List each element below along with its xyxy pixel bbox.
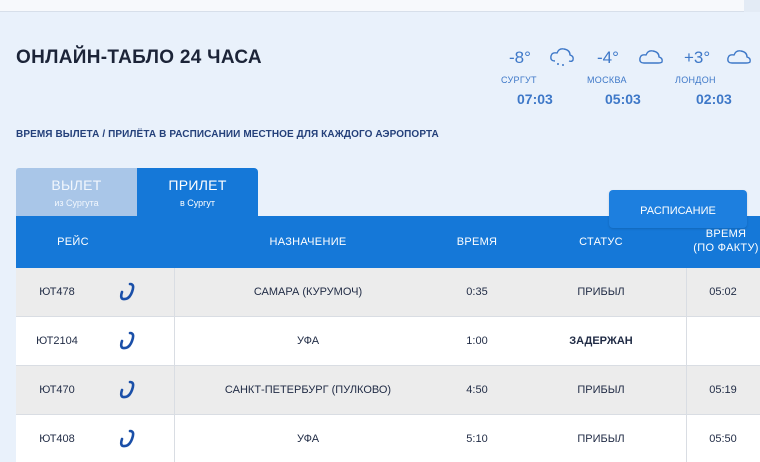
table-row[interactable]: ЮТ478 САМАРА (КУРУМОЧ) 0:35 ПРИБЫЛ 05:02 (16, 268, 760, 317)
flight-number: ЮТ2104 (36, 335, 78, 347)
flight-number: ЮТ408 (39, 433, 75, 445)
tab-arrival-label: ПРИЛЕТ (168, 177, 227, 193)
actual-time: 05:02 (709, 286, 737, 298)
schedule-button[interactable]: РАСПИСАНИЕ (609, 190, 747, 228)
top-strip (0, 0, 760, 12)
actual-time (686, 317, 760, 366)
airline-logo-icon (114, 268, 140, 317)
snow-cloud-icon (550, 48, 574, 66)
weather-city: СУРГУТ (501, 75, 537, 85)
cloud-icon (639, 50, 663, 64)
flight-status: ЗАДЕРЖАН (569, 335, 633, 347)
local-time-notice: ВРЕМЯ ВЫЛЕТА / ПРИЛЁТА В РАСПИСАНИИ МЕСТ… (16, 129, 439, 140)
weather-city: МОСКВА (587, 75, 627, 85)
scheduled-time: 4:50 (466, 384, 488, 396)
weather-surgut: -8° СУРГУТ 07:03 (495, 44, 583, 107)
tab-departure-label: ВЫЛЕТ (51, 177, 102, 193)
tab-arrival-sub: в Сургут (179, 198, 216, 208)
weather-time: 02:03 (696, 91, 732, 107)
column-header-actual-time: ВРЕМЯ (ПО ФАКТУ) (686, 228, 760, 254)
table-row[interactable]: ЮТ2104 УФА 1:00 ЗАДЕРЖАН (16, 317, 760, 366)
actual-time: 05:19 (709, 384, 737, 396)
tab-arrival[interactable]: ПРИЛЕТ в Сургут (137, 168, 258, 216)
weather-time: 05:03 (605, 91, 641, 107)
weather-temp: +3° (684, 48, 711, 67)
column-header-status: СТАТУС (579, 236, 623, 248)
weather-temp: -8° (509, 48, 531, 67)
table-row[interactable]: ЮТ408 УФА 5:10 ПРИБЫЛ 05:50 (16, 415, 760, 462)
table-row[interactable]: ЮТ470 САНКТ-ПЕТЕРБУРГ (ПУЛКОВО) 4:50 ПРИ… (16, 366, 760, 415)
tab-departure[interactable]: ВЫЛЕТ из Сургута (16, 168, 137, 216)
weather-london: +3° ЛОНДОН 02:03 (672, 44, 760, 107)
top-strip-edge (744, 0, 760, 12)
weather-temp: -4° (597, 48, 619, 67)
tab-departure-sub: из Сургута (54, 198, 99, 208)
scheduled-time: 5:10 (466, 433, 488, 445)
flight-status: ПРИБЫЛ (577, 286, 625, 298)
destination: САНКТ-ПЕТЕРБУРГ (ПУЛКОВО) (224, 384, 392, 396)
destination: САМАРА (КУРУМОЧ) (253, 286, 363, 298)
airline-logo-icon (114, 415, 140, 462)
destination: УФА (296, 335, 320, 347)
scheduled-time: 1:00 (466, 335, 488, 347)
flight-number: ЮТ470 (39, 384, 75, 396)
page-title: ОНЛАЙН-ТАБЛО 24 ЧАСА (16, 47, 262, 68)
flight-status: ПРИБЫЛ (577, 433, 625, 445)
column-header-flight: РЕЙС (57, 236, 89, 248)
destination: УФА (296, 433, 320, 445)
weather-time: 07:03 (517, 91, 553, 107)
actual-time: 05:50 (709, 433, 737, 445)
flight-status: ПРИБЫЛ (577, 384, 625, 396)
airline-logo-icon (114, 366, 140, 415)
scheduled-time: 0:35 (466, 286, 488, 298)
column-header-actual-line1: ВРЕМЯ (705, 228, 747, 240)
cloud-icon (727, 50, 751, 64)
weather-city: ЛОНДОН (675, 75, 716, 85)
column-header-time: ВРЕМЯ (456, 236, 498, 248)
column-header-actual-line2: (ПО ФАКТУ) (693, 242, 759, 254)
column-header-destination: НАЗНАЧЕНИЕ (269, 236, 347, 248)
flight-number: ЮТ478 (39, 286, 75, 298)
weather-moscow: -4° МОСКВА 05:03 (581, 44, 669, 107)
airline-logo-icon (114, 317, 140, 366)
